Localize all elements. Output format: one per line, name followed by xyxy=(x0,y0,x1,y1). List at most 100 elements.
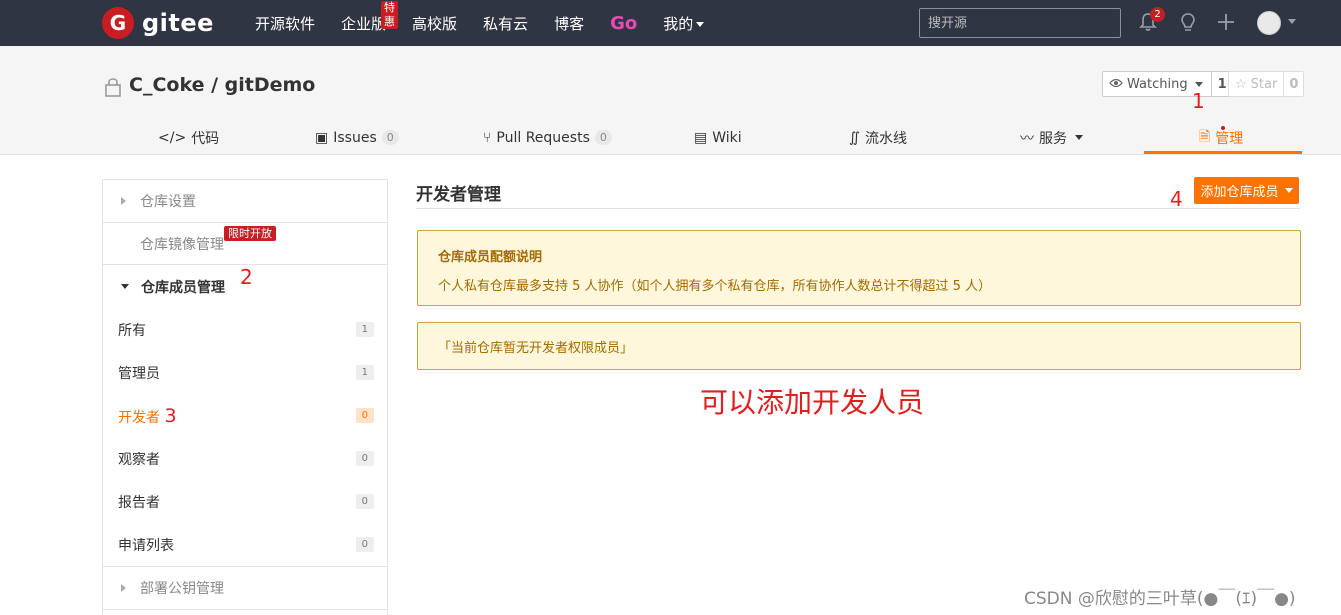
top-navbar: G gitee 开源软件 企业版 特惠 高校版 私有云 博客 Go 我的 2 xyxy=(0,0,1341,46)
tab-code[interactable]: </> 代码 xyxy=(158,120,219,155)
sidebar-repo-settings[interactable]: 仓库设置 xyxy=(103,180,387,223)
watermark: CSDN @欣慰的三叶草(●￣(ｴ)￣●) xyxy=(1024,589,1296,609)
title-divider xyxy=(416,208,1300,209)
sidebar-mirror-manage-label: 仓库镜像管理 xyxy=(140,236,224,253)
sidebar-item-count: 0 xyxy=(355,451,374,466)
caret-down-icon xyxy=(121,284,129,289)
sidebar-item-label: 所有 xyxy=(118,322,146,339)
tab-pipeline[interactable]: ∬ 流水线 xyxy=(849,120,907,155)
page-title: 开发者管理 xyxy=(416,185,501,205)
watch-button[interactable]: Watching 1 xyxy=(1102,71,1234,97)
star-icon: ☆ xyxy=(1235,76,1247,92)
nav-link-enterprise-label: 企业版 xyxy=(341,14,387,33)
active-tab-underline xyxy=(1144,151,1302,154)
tab-label: 流水线 xyxy=(865,130,908,147)
notification-count-badge: 2 xyxy=(1150,7,1165,22)
gitee-logo[interactable]: G gitee xyxy=(102,7,214,39)
sidebar-item-applications[interactable]: 申请列表 0 xyxy=(103,523,387,566)
tab-label: 管理 xyxy=(1215,130,1244,147)
repo-title[interactable]: C_Coke / gitDemo xyxy=(129,74,315,96)
search-input[interactable] xyxy=(919,8,1121,38)
annotation-3: 3 xyxy=(164,404,177,427)
settings-sidebar: 仓库设置 仓库镜像管理 限时开放 仓库成员管理 2 所有 1 管理员 1 开发者… xyxy=(102,179,388,615)
logo-text: gitee xyxy=(142,9,214,37)
sidebar-item-count: 1 xyxy=(355,322,374,337)
annotation-4: 4 xyxy=(1170,187,1183,211)
lock-icon xyxy=(104,76,122,102)
nav-link-edu[interactable]: 高校版 xyxy=(412,13,457,34)
pull-request-icon: ⑂ xyxy=(483,129,492,146)
lightbulb-icon[interactable] xyxy=(1179,12,1197,38)
limited-open-badge: 限时开放 xyxy=(224,226,276,241)
quota-notice: 仓库成员配额说明 个人私有仓库最多支持 5 人协作（如个人拥有多个私有仓库，所有… xyxy=(417,230,1301,306)
avatar-chevron-down-icon[interactable] xyxy=(1288,19,1296,24)
plus-icon[interactable] xyxy=(1217,12,1235,38)
nav-link-opensource[interactable]: 开源软件 xyxy=(255,13,315,34)
tab-label: Pull Requests xyxy=(496,129,590,146)
sidebar-item-count: 0 xyxy=(355,494,374,509)
empty-members-text: 「当前仓库暂无开发者权限成员」 xyxy=(438,340,634,356)
add-member-button[interactable]: 添加仓库成员 xyxy=(1194,177,1299,204)
nav-link-enterprise[interactable]: 企业版 特惠 xyxy=(341,0,399,34)
eye-icon xyxy=(1109,77,1123,92)
star-count[interactable]: 0 xyxy=(1284,77,1303,92)
chevron-down-icon xyxy=(1075,135,1083,140)
star-button[interactable]: ☆ Star 0 xyxy=(1228,71,1305,97)
sidebar-item-label: 管理员 xyxy=(118,365,160,382)
sidebar-item-admin[interactable]: 管理员 1 xyxy=(103,351,387,394)
nav-links: 开源软件 企业版 特惠 高校版 私有云 博客 Go 我的 xyxy=(255,0,730,46)
sidebar-item-label: 申请列表 xyxy=(118,537,174,554)
sidebar-mirror-manage[interactable]: 仓库镜像管理 限时开放 xyxy=(103,223,387,265)
nav-link-go[interactable]: Go xyxy=(610,13,637,34)
tab-pull-requests[interactable]: ⑂ Pull Requests 0 xyxy=(483,120,612,155)
chevron-down-icon xyxy=(696,21,705,27)
sidebar-item-label: 开发者 xyxy=(118,409,160,426)
code-icon: </> xyxy=(158,129,187,146)
nav-link-mine-label: 我的 xyxy=(663,14,694,33)
sidebar-item-developer[interactable]: 开发者 3 0 xyxy=(103,394,387,437)
wiki-icon: ▤ xyxy=(694,129,708,146)
tab-issues[interactable]: ▣ Issues 0 xyxy=(315,120,399,155)
sidebar-deploy-keys-label: 部署公钥管理 xyxy=(140,581,224,597)
service-icon: 〰 xyxy=(1020,130,1034,147)
tab-label: Issues xyxy=(333,129,377,146)
sidebar-item-label: 报告者 xyxy=(118,494,160,511)
sidebar-item-label: 观察者 xyxy=(118,451,160,468)
sidebar-item-observer[interactable]: 观察者 0 xyxy=(103,437,387,480)
tab-label: 服务 xyxy=(1039,130,1067,147)
chevron-down-icon xyxy=(1194,81,1203,87)
sidebar-item-label-wrap: 开发者 3 xyxy=(118,405,177,427)
caret-right-icon xyxy=(121,197,126,205)
sidebar-item-count: 0 xyxy=(355,408,374,423)
manage-icon: 🗎 xyxy=(1199,128,1211,145)
tab-count: 0 xyxy=(594,130,612,145)
tab-label: 代码 xyxy=(191,130,220,147)
tab-service[interactable]: 〰 服务 xyxy=(1020,120,1083,155)
project-header: C_Coke / gitDemo Watching 1 ☆ Star 0 </>… xyxy=(0,46,1341,155)
nav-link-blog[interactable]: 博客 xyxy=(554,13,584,34)
star-label-wrap: ☆ Star xyxy=(1229,72,1285,96)
nav-link-mine[interactable]: 我的 xyxy=(663,13,705,34)
tab-wiki[interactable]: ▤ Wiki xyxy=(694,120,742,155)
pipeline-icon: ∬ xyxy=(849,129,861,146)
sidebar-item-all[interactable]: 所有 1 xyxy=(103,308,387,351)
star-label: Star xyxy=(1250,76,1278,92)
sidebar-item-reporter[interactable]: 报告者 0 xyxy=(103,480,387,523)
tab-manage-dot xyxy=(1221,126,1225,130)
avatar[interactable] xyxy=(1257,11,1281,35)
nav-link-private-cloud[interactable]: 私有云 xyxy=(483,13,528,34)
sidebar-member-manage-label: 仓库成员管理 xyxy=(141,279,225,296)
sidebar-deploy-keys[interactable]: 部署公钥管理 xyxy=(103,567,387,610)
caret-right-icon xyxy=(121,584,126,592)
sidebar-repo-settings-label: 仓库设置 xyxy=(140,194,196,210)
quota-notice-title: 仓库成员配额说明 xyxy=(438,250,543,265)
add-member-label: 添加仓库成员 xyxy=(1200,185,1279,200)
watch-label: Watching xyxy=(1127,76,1188,92)
chevron-down-icon xyxy=(1284,188,1293,193)
annotation-1: 1 xyxy=(1192,89,1205,113)
sidebar-member-manage[interactable]: 仓库成员管理 2 xyxy=(103,265,387,308)
tab-label: Wiki xyxy=(712,129,742,146)
sidebar-item-count: 0 xyxy=(355,537,374,552)
issues-icon: ▣ xyxy=(315,129,329,146)
annotation-add-developers: 可以添加开发人员 xyxy=(700,386,925,419)
